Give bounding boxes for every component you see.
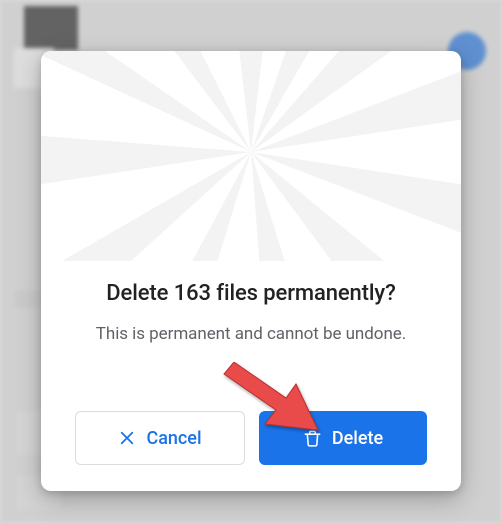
trash-icon (303, 429, 322, 448)
sunburst-graphic (41, 51, 461, 261)
dialog-title: Delete 163 files permanently? (75, 281, 427, 306)
cancel-button[interactable]: Cancel (75, 411, 245, 465)
close-icon (118, 429, 136, 447)
dialog-actions: Cancel Delete (75, 411, 427, 465)
delete-button[interactable]: Delete (259, 411, 427, 465)
dialog-illustration (41, 51, 461, 261)
dialog-body: Delete 163 files permanently? This is pe… (41, 261, 461, 491)
delete-button-label: Delete (332, 428, 383, 449)
cancel-button-label: Cancel (146, 428, 201, 449)
delete-confirmation-dialog: Delete 163 files permanently? This is pe… (41, 51, 461, 491)
dialog-subtitle: This is permanent and cannot be undone. (75, 324, 427, 344)
